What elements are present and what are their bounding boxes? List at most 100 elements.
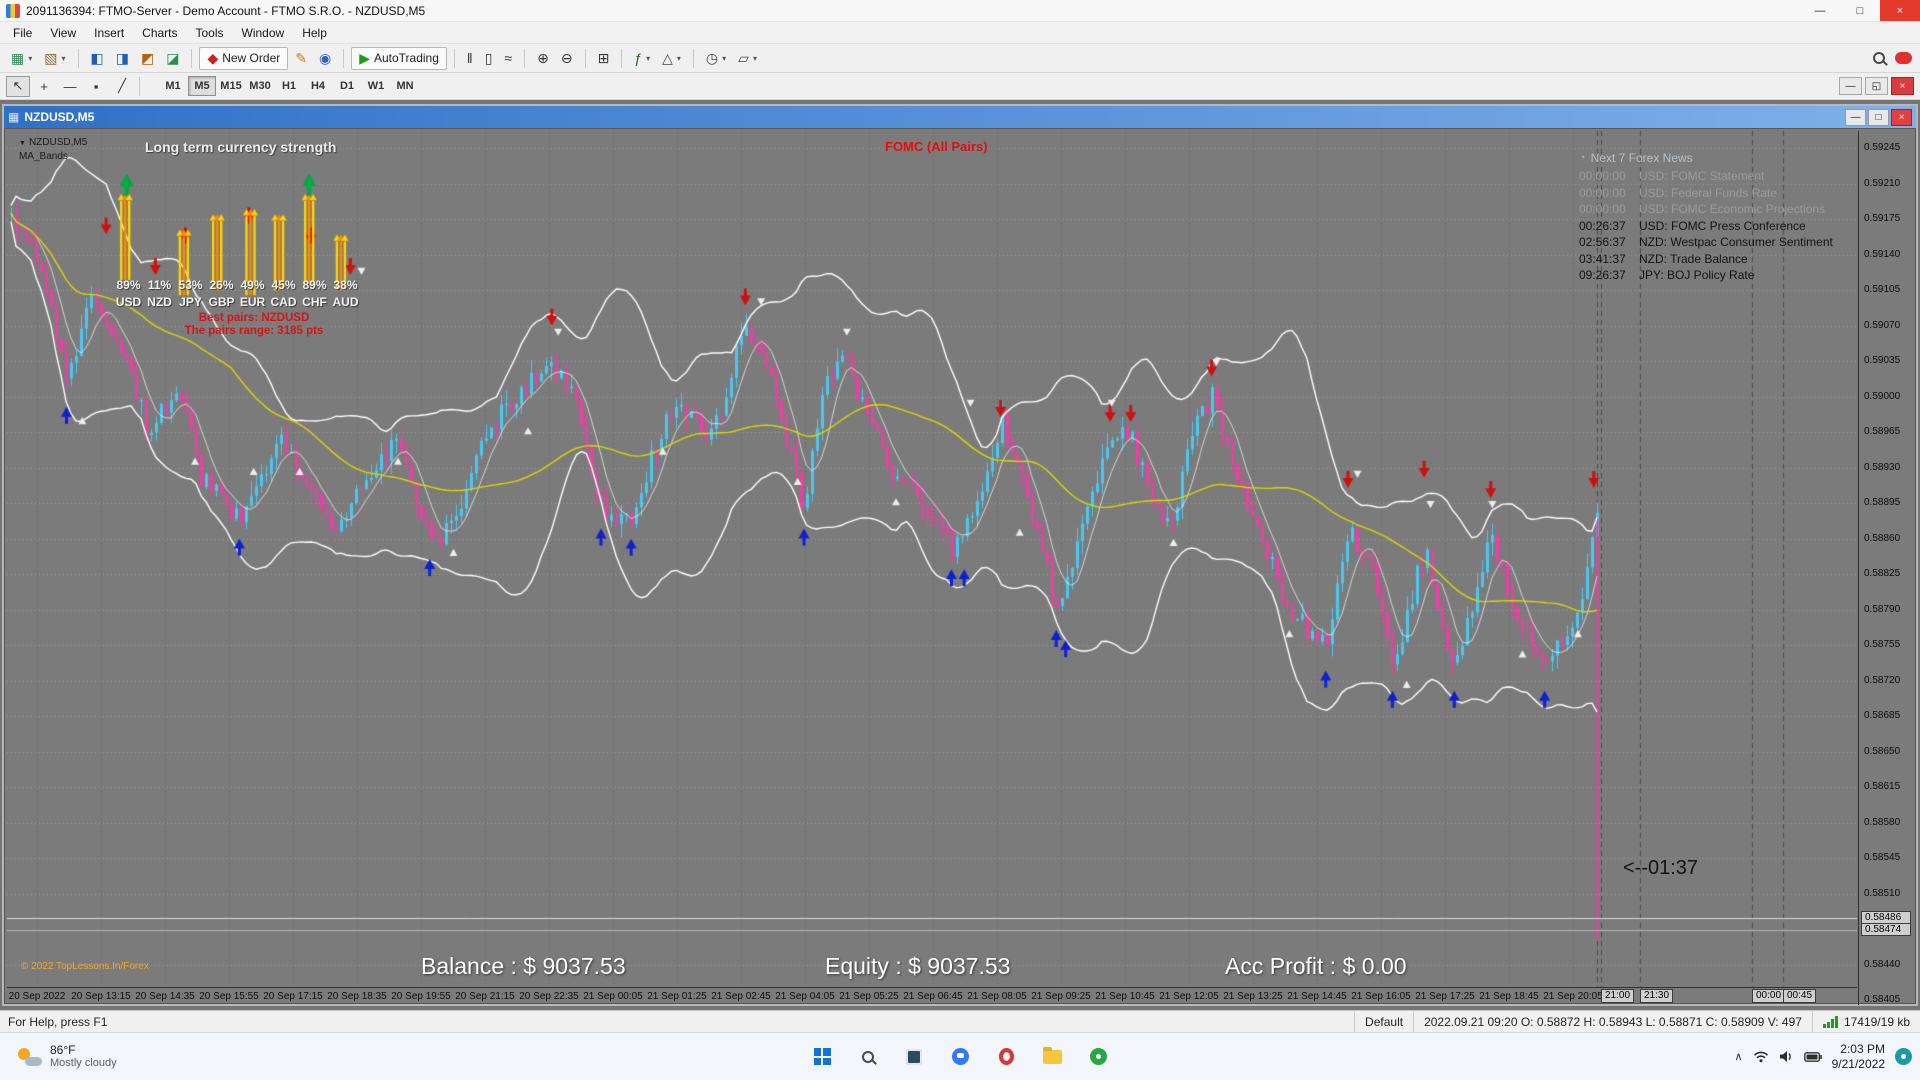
chart-close-button[interactable]: × (1891, 109, 1912, 126)
navigator-button[interactable]: ◩ (136, 47, 159, 70)
timeframe-w1-button[interactable]: W1 (362, 76, 390, 96)
file-explorer-button[interactable] (1032, 1037, 1072, 1077)
price-label: 0.58895 (1864, 497, 1900, 509)
start-button[interactable] (802, 1037, 842, 1077)
time-label: 21 Sep 17:25 (1415, 991, 1475, 1002)
zoom-out-button[interactable]: ⊖ (556, 47, 578, 70)
weather-temp: 86°F (50, 1043, 117, 1057)
timeframe-d1-button[interactable]: D1 (333, 76, 361, 96)
timeframe-m30-button[interactable]: M30 (246, 76, 274, 96)
menu-item-view[interactable]: View (41, 24, 85, 42)
status-traffic: 17419/19 kb (1812, 1011, 1920, 1032)
candlestick-chart-button[interactable]: ▯ (480, 47, 498, 70)
objects-list-button[interactable]: △▾ (657, 47, 686, 70)
tile-windows-icon: ⊞ (598, 51, 610, 65)
timeframe-m5-button[interactable]: M5 (188, 76, 216, 96)
rectangle-tool-button[interactable]: ▪ (84, 76, 108, 97)
price-label: 0.58580 (1864, 817, 1900, 829)
metaeditor-button[interactable]: ✎ (290, 47, 312, 70)
market-watch-button[interactable]: ◧ (86, 47, 109, 70)
weather-desc: Mostly cloudy (50, 1057, 117, 1070)
chart-plot-area[interactable]: ▼NZDUSD,M5 MA_Bands Long term currency s… (7, 131, 1857, 987)
chart-window: ▦ NZDUSD,M5 — □ × ▼NZDUSD,M5 MA_Bands Lo… (2, 104, 1918, 1006)
child-restore-button[interactable]: ◱ (1865, 77, 1888, 95)
volume-icon[interactable] (1779, 1050, 1794, 1063)
time-label: 21 Sep 04:05 (775, 991, 835, 1002)
time-label: 20 Sep 21:15 (455, 991, 515, 1002)
clock-time: 2:03 PM (1832, 1042, 1885, 1057)
menu-item-insert[interactable]: Insert (85, 24, 133, 42)
horizontal-line-tool-button[interactable]: — (58, 76, 82, 97)
wifi-icon[interactable] (1753, 1050, 1769, 1063)
chart-canvas[interactable] (7, 131, 1857, 987)
price-label: 0.58860 (1864, 533, 1900, 545)
autotrading-button[interactable]: ▶AutoTrading (351, 47, 447, 70)
price-scale[interactable]: 0.592450.592100.591750.591400.591050.590… (1858, 131, 1914, 1005)
templates-button[interactable]: ▱▾ (733, 47, 762, 70)
line-chart-button[interactable]: ≈ (499, 47, 517, 70)
zoom-in-button[interactable]: ⊕ (532, 47, 554, 70)
cursor-tool-button[interactable]: ↖ (6, 76, 30, 97)
taskbar-search-button[interactable] (848, 1037, 888, 1077)
notification-center-badge[interactable] (1895, 1048, 1912, 1065)
trendline-tool-button[interactable]: ╱ (110, 76, 134, 97)
toolbar-separator (78, 49, 79, 68)
future-time-box: 00:45 (1783, 989, 1816, 1003)
time-label: 21 Sep 08:05 (967, 991, 1027, 1002)
profiles-button[interactable]: ▧▾ (39, 47, 70, 70)
weather-widget[interactable]: 86°F Mostly cloudy (10, 1033, 125, 1080)
period-selector-button[interactable]: ◷▾ (701, 47, 731, 70)
indicators-list-button[interactable]: ƒ▾ (629, 47, 655, 70)
chart-maximize-button[interactable]: □ (1868, 109, 1889, 126)
new-chart-button[interactable]: ▦▾ (6, 47, 37, 70)
task-view-button[interactable] (894, 1037, 934, 1077)
time-axis[interactable]: 20 Sep 202220 Sep 13:1520 Sep 14:3520 Se… (7, 987, 1857, 1004)
timeframe-h4-button[interactable]: H4 (304, 76, 332, 96)
notification-badge[interactable] (1895, 52, 1912, 64)
timeframe-m15-button[interactable]: M15 (217, 76, 245, 96)
market-watch-icon: ◧ (91, 51, 104, 65)
clock-date: 9/21/2022 (1832, 1057, 1885, 1072)
child-minimize-button[interactable]: — (1839, 77, 1862, 95)
crosshair-tool-button[interactable]: + (32, 76, 56, 97)
strategy-tester-button[interactable]: ◉ (314, 47, 336, 70)
tile-windows-button[interactable]: ⊞ (593, 47, 615, 70)
toolbar-button-label: AutoTrading (374, 51, 439, 65)
opera-button[interactable] (986, 1037, 1026, 1077)
chart-minimize-button[interactable]: — (1845, 109, 1866, 126)
taskbar-clock[interactable]: 2:03 PM 9/21/2022 (1832, 1042, 1885, 1072)
menu-item-window[interactable]: Window (233, 24, 294, 42)
chart-window-titlebar[interactable]: ▦ NZDUSD,M5 — □ × (4, 106, 1916, 128)
minimize-button[interactable]: — (1800, 0, 1840, 21)
menu-item-file[interactable]: File (4, 24, 41, 42)
hidden-icons-chevron[interactable]: ∧ (1735, 1050, 1743, 1063)
price-label: 0.58685 (1864, 710, 1900, 722)
traffic-text: 17419/19 kb (1844, 1015, 1910, 1029)
chat-button[interactable] (940, 1037, 980, 1077)
battery-icon[interactable] (1804, 1052, 1822, 1062)
terminal-button[interactable]: ◪ (161, 47, 184, 70)
price-label: 0.58720 (1864, 675, 1900, 687)
bar-chart-button[interactable]: ‖ (462, 47, 478, 70)
new-order-button[interactable]: ◆New Order (199, 47, 288, 70)
menu-item-help[interactable]: Help (293, 24, 336, 42)
status-ohlc: 2022.09.21 09:20 O: 0.58872 H: 0.58943 L… (1413, 1011, 1812, 1032)
indicators-list-icon: ƒ (634, 51, 642, 65)
timeframe-h1-button[interactable]: H1 (275, 76, 303, 96)
timeframe-m1-button[interactable]: M1 (159, 76, 187, 96)
zoom-out-icon: ⊖ (561, 51, 573, 65)
dropdown-arrow-icon: ▾ (722, 54, 726, 63)
green-app-icon (1090, 1048, 1107, 1065)
menu-item-charts[interactable]: Charts (133, 24, 186, 42)
data-window-button[interactable]: ◨ (111, 47, 134, 70)
status-profile[interactable]: Default (1354, 1011, 1413, 1032)
timeframe-mn-button[interactable]: MN (391, 76, 419, 96)
navigator-icon: ◩ (141, 51, 154, 65)
child-close-button[interactable]: × (1891, 77, 1914, 95)
menu-item-tools[interactable]: Tools (187, 24, 233, 42)
close-button[interactable]: × (1880, 0, 1920, 21)
maximize-button[interactable]: □ (1840, 0, 1880, 21)
dropdown-arrow-icon: ▾ (61, 54, 65, 63)
search-icon[interactable] (1873, 52, 1885, 64)
green-app-button[interactable] (1078, 1037, 1118, 1077)
